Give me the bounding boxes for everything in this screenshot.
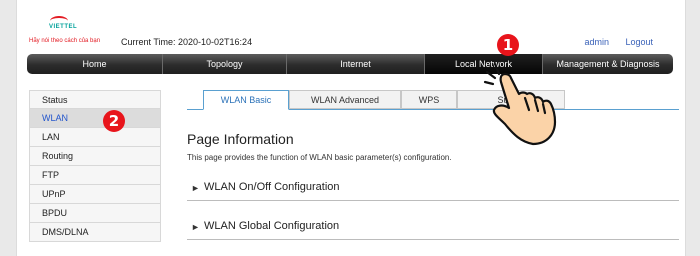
- expand-arrow-icon: ►: [191, 222, 200, 232]
- step-1-badge: 1: [497, 34, 519, 56]
- page-description: This page provides the function of WLAN …: [187, 153, 452, 162]
- sidebar-item-routing[interactable]: Routing: [29, 147, 161, 166]
- admin-link[interactable]: admin: [584, 37, 609, 47]
- nav-management-diagnosis[interactable]: Management & Diagnosis: [543, 54, 673, 74]
- tab-wps[interactable]: WPS: [401, 90, 457, 109]
- tab-bar: WLAN Basic WLAN Advanced WPS Surrou: [187, 90, 679, 110]
- nav-internet[interactable]: Internet: [287, 54, 425, 74]
- logo-wordmark: VIETTEL: [49, 24, 78, 30]
- step-2-badge: 2: [103, 110, 125, 132]
- tab-wlan-advanced[interactable]: WLAN Advanced: [289, 90, 401, 109]
- sidebar-item-ftp[interactable]: FTP: [29, 166, 161, 185]
- current-time: Current Time: 2020-10-02T16:24: [121, 37, 253, 47]
- main-nav: Home Topology Internet Local Network Man…: [27, 54, 673, 74]
- sidebar-item-dms-dlna[interactable]: DMS/DLNA: [29, 223, 161, 242]
- sidebar-item-wlan[interactable]: WLAN: [29, 109, 161, 128]
- top-links: admin Logout: [570, 37, 653, 47]
- viettel-logo: VIETTEL Hãy nói theo cách của bạn: [29, 14, 100, 48]
- page-title: Page Information: [187, 131, 294, 147]
- nav-home[interactable]: Home: [27, 54, 163, 74]
- nav-topology[interactable]: Topology: [163, 54, 287, 74]
- pointing-hand-icon: [483, 62, 557, 146]
- section-wlan-onoff[interactable]: ► WLAN On/Off Configuration: [187, 178, 679, 201]
- tab-wlan-basic[interactable]: WLAN Basic: [203, 90, 289, 110]
- sidebar: Status WLAN LAN Routing FTP UPnP BPDU DM…: [29, 90, 161, 242]
- sidebar-item-upnp[interactable]: UPnP: [29, 185, 161, 204]
- sidebar-item-bpdu[interactable]: BPDU: [29, 204, 161, 223]
- logo-slogan: Hãy nói theo cách của bạn: [29, 38, 101, 44]
- section-wlan-global[interactable]: ► WLAN Global Configuration: [187, 217, 679, 240]
- sidebar-item-lan[interactable]: LAN: [29, 128, 161, 147]
- logout-link[interactable]: Logout: [625, 37, 653, 47]
- router-web-page: VIETTEL Hãy nói theo cách của bạn Curren…: [16, 0, 686, 256]
- section-label: WLAN Global Configuration: [204, 220, 340, 232]
- sidebar-item-status[interactable]: Status: [29, 90, 161, 109]
- section-label: WLAN On/Off Configuration: [204, 181, 340, 193]
- expand-arrow-icon: ►: [191, 183, 200, 193]
